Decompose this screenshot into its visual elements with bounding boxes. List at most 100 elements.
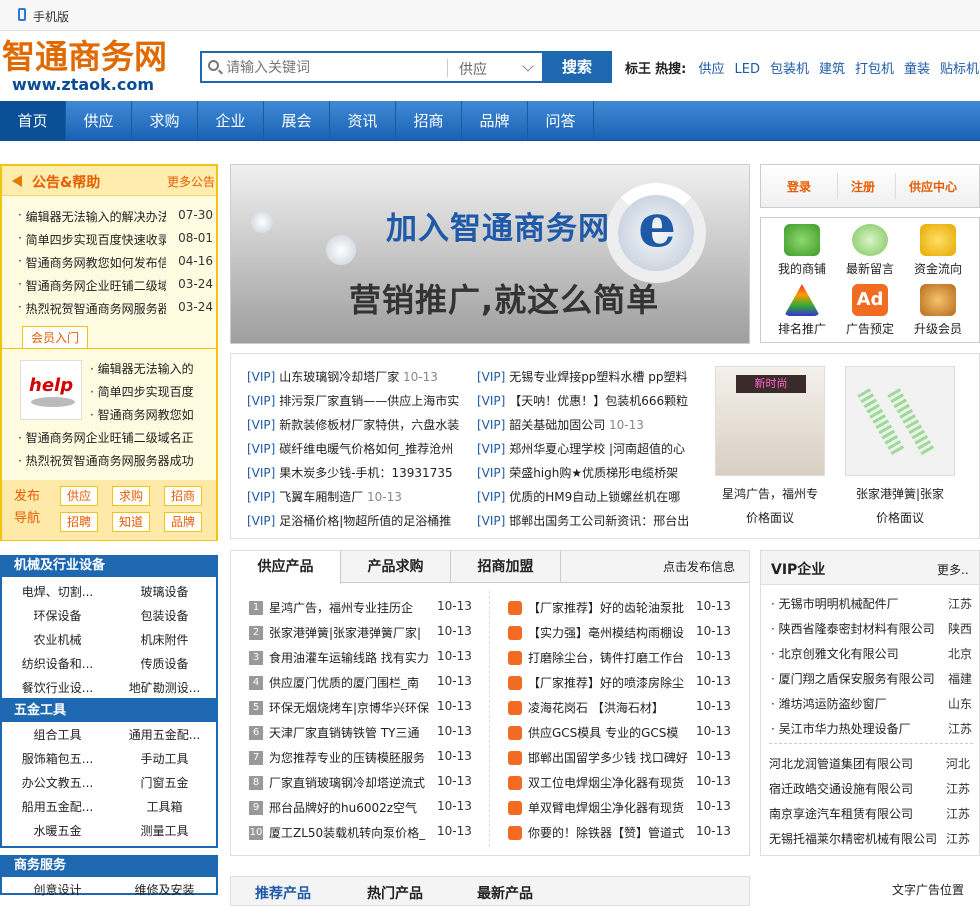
company-item[interactable]: 南京享途汽车租赁有限公司 江苏 [769,805,974,822]
company-item[interactable]: 河北龙润管道集团有限公司 河北 [769,755,974,772]
publish-brand-link[interactable]: 品牌 [164,512,202,532]
publish-invest-link[interactable]: 招商 [164,486,202,506]
notice-item-title[interactable]: 编辑器无法输入的解决办法 [26,208,166,225]
product-caption[interactable]: 张家港弹簧|张家 [845,482,955,506]
help-item[interactable]: · 热烈祝贺智通商务网服务器成功 [18,452,208,469]
vip-item-title[interactable]: 荣盛high购★优质梯形电缆桥架 [509,466,678,480]
category-item[interactable]: 水暖五金 [10,822,105,839]
category-item[interactable]: 纺织设备和... [10,655,105,672]
hot-keyword[interactable]: 供应 [699,62,725,77]
more-vip-link[interactable]: 更多.. [937,561,969,578]
category-item[interactable]: 电焊、切割... [10,583,105,600]
category-item[interactable]: 工具箱 [117,798,212,815]
product-item[interactable]: 10 厦工ZL50装载机转向泵价格_ 10-13 [249,824,472,841]
vip-item[interactable]: [VIP] 飞翼车厢制造厂 10-13 [247,488,462,505]
nav-buy[interactable]: 求购 [132,101,198,141]
notice-item-title[interactable]: 简单四步实现百度快速收录 [26,231,166,248]
product-item-title[interactable]: 天津厂家直销铸铁管 TY三通 [269,724,437,741]
product-item-title[interactable]: 张家港弹簧|张家港弹簧厂家| [269,624,437,641]
upgrade-member-link[interactable]: 升级会员 [905,284,971,337]
search-input[interactable] [226,56,444,80]
product-item-title[interactable]: 为您推荐专业的压铸模胚服务 [269,749,437,766]
notice-item-title[interactable]: 热烈祝贺智通商务网服务器成功 [26,300,166,317]
vip-item-title[interactable]: 郑州华夏心理学校 |河南超值的心 [509,442,685,456]
category-item[interactable]: 环保设备 [10,607,105,624]
vip-item-title[interactable]: 邯郸出国务工公司新资讯：邢台出 [509,514,689,528]
vip-item-title[interactable]: 【天呐！优惠！】包装机666颗粒 [509,394,688,408]
text-ad-slot[interactable]: 文字广告位置 [892,881,964,898]
vip-item[interactable]: [VIP] 碳纤维电暖气价格如何_推荐沧州 [247,440,462,457]
company-item[interactable]: · 无锡市明明机械配件厂 江苏 [771,595,976,612]
category-item[interactable]: 办公文教五... [10,774,105,791]
product-item[interactable]: 3 食用油灌车运输线路 找有实力 10-13 [249,649,472,666]
notice-item[interactable]: · 简单四步实现百度快速收录 08-01 [18,231,213,248]
product-item-title[interactable]: 供应GCS模具 专业的GCS模 [528,724,696,741]
product-caption[interactable]: 星鸿广告，福州专 [715,482,825,506]
vip-item-title[interactable]: 足浴桶价格|物超所值的足浴桶推 [279,514,451,528]
company-item[interactable]: 无锡托福莱尔精密机械有限公司 江苏 [769,830,974,847]
category-item[interactable]: 传质设备 [117,655,212,672]
product-item-title[interactable]: 你要的！除铁器【赞】管道式 [528,824,696,841]
product-item[interactable]: 【厂家推荐】好的齿轮油泵批 10-13 [508,599,731,616]
product-item[interactable]: 8 厂家直销玻璃钢冷却塔逆流式 10-13 [249,774,472,791]
publish-qa-link[interactable]: 知道 [112,512,150,532]
help-item-title[interactable]: 热烈祝贺智通商务网服务器成功 [26,454,194,468]
product-item[interactable]: 凌海花岗石 【洪海石材】 10-13 [508,699,731,716]
company-name[interactable]: 陕西省隆泰密封材料有限公司 [779,622,935,636]
vip-item[interactable]: [VIP] 荣盛high购★优质梯形电缆桥架 [477,464,695,481]
category-item[interactable]: 维修及安装 [117,881,212,898]
product-item-title[interactable]: 【厂家推荐】好的齿轮油泵批 [528,599,696,616]
product-item-title[interactable]: 食用油灌车运输线路 找有实力 [269,649,437,666]
tab-investment[interactable]: 招商加盟 [451,551,561,583]
notice-item[interactable]: · 智通商务网企业旺铺二级域名03-24 [18,277,213,294]
category-item[interactable]: 通用五金配... [117,726,212,743]
help-item-title[interactable]: 简单四步实现百度 [98,385,194,399]
help-item[interactable]: · 智通商务网企业旺铺二级域名正 [18,429,208,446]
nav-exhibition[interactable]: 展会 [264,101,330,141]
help-image[interactable]: help [20,360,82,420]
hot-keyword[interactable]: 打包机 [855,62,894,77]
help-item[interactable]: · 智通商务网教您如 [90,406,210,423]
search-type-select[interactable]: 供应 [459,59,487,79]
vip-item[interactable]: [VIP] 山东玻璃钢冷却塔厂家 10-13 [247,368,462,385]
register-link[interactable]: 注册 [851,178,875,195]
tab-member-intro[interactable]: 会员入门 [22,326,88,348]
hot-keyword[interactable]: 包装机 [770,62,809,77]
product-item[interactable]: 双工位电焊烟尘净化器有现货 10-13 [508,774,731,791]
product-item[interactable]: 【厂家推荐】好的喷漆房除尘 10-13 [508,674,731,691]
publish-info-link[interactable]: 点击发布信息 [663,558,735,575]
notice-item[interactable]: · 编辑器无法输入的解决办法 07-30 [18,208,213,225]
vip-item[interactable]: [VIP] 优质的HM9自动上锁螺丝机在哪 [477,488,695,505]
tab-supply-products[interactable]: 供应产品 [231,551,341,584]
company-name[interactable]: 吴江市华力热处理设备厂 [779,722,911,736]
vip-item[interactable]: [VIP] 排污泵厂家直销——供应上海市实 [247,392,462,409]
category-item[interactable]: 机床附件 [117,631,212,648]
notice-item-title[interactable]: 智通商务网教您如何发布信息 [26,254,166,271]
search-button[interactable]: 搜索 [542,51,612,83]
company-name[interactable]: 无锡托福莱尔精密机械有限公司 [769,832,937,846]
vip-item[interactable]: [VIP] 足浴桶价格|物超所值的足浴桶推 [247,512,462,529]
help-item-title[interactable]: 智通商务网企业旺铺二级域名正 [26,431,194,445]
vip-item-title[interactable]: 新款装修板材厂家特供，六盘水装 [279,418,459,432]
product-item-title[interactable]: 供应厦门优质的厦门围栏_南 [269,674,437,691]
product-item[interactable]: 邯郸出国留学多少钱 找口碑好 10-13 [508,749,731,766]
ranking-promo-link[interactable]: 排名推广 [769,284,835,337]
category-title[interactable]: 五金工具 [2,700,216,722]
company-item[interactable]: · 陕西省隆泰密封材料有限公司 陕西 [771,620,976,637]
nav-investment[interactable]: 招商 [396,101,462,141]
product-item-title[interactable]: 邯郸出国留学多少钱 找口碑好 [528,749,696,766]
category-item[interactable]: 手动工具 [117,750,212,767]
hot-keyword[interactable]: LED [735,62,760,77]
product-item[interactable]: 单双臂电焊烟尘净化器有现货 10-13 [508,799,731,816]
publish-supply-link[interactable]: 供应 [60,486,98,506]
category-title[interactable]: 机械及行业设备 [2,555,216,577]
nav-supply[interactable]: 供应 [66,101,132,141]
category-item[interactable]: 门窗五金 [117,774,212,791]
product-item-title[interactable]: 环保无烟烧烤车|京博华兴环保 [269,699,437,716]
vip-item-title[interactable]: 碳纤维电暖气价格如何_推荐沧州 [279,442,453,456]
vip-item-title[interactable]: 果木炭多少钱-手机：13931735 [279,466,452,480]
product-item[interactable]: 4 供应厦门优质的厦门围栏_南 10-13 [249,674,472,691]
tab-recommended[interactable]: 推荐产品 [255,883,311,903]
product-item-title[interactable]: 邢台品牌好的hu6002z空气 [269,799,437,816]
funds-flow-link[interactable]: 资金流向 [905,224,971,277]
